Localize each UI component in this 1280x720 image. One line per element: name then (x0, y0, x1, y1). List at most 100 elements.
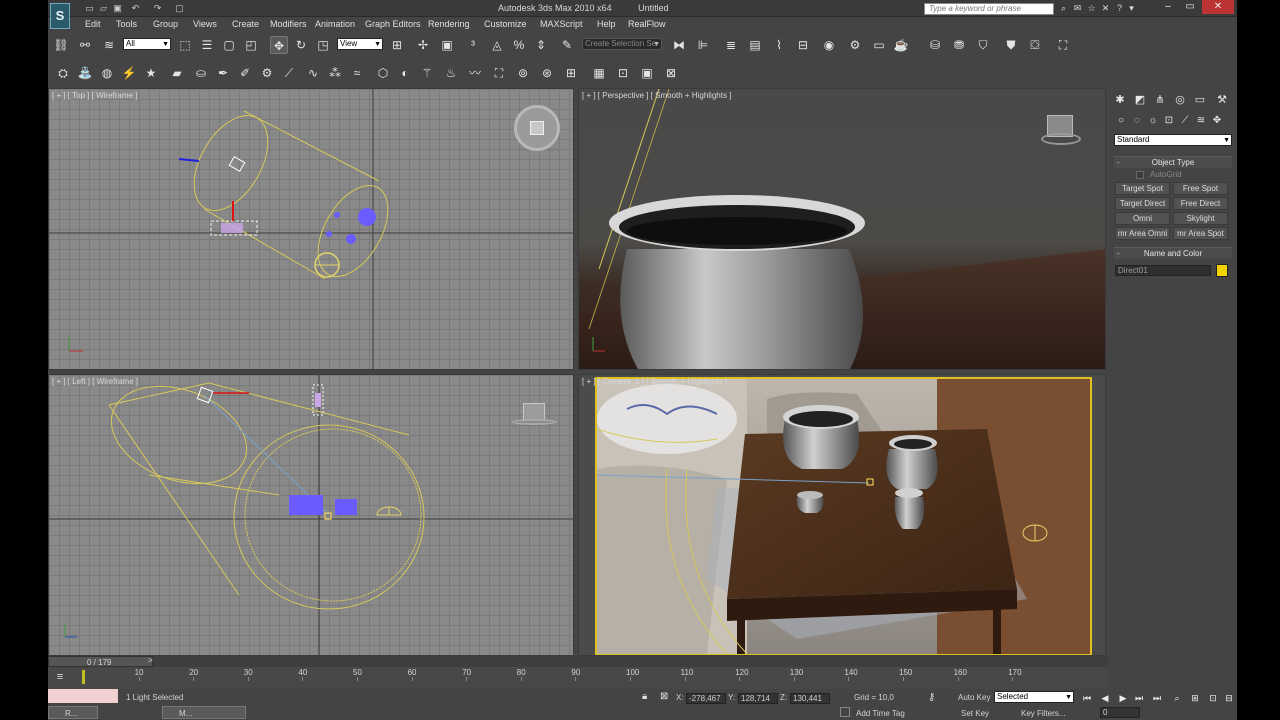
rf-grid-icon[interactable]: ⊞ (562, 64, 580, 82)
skylight-button[interactable]: Skylight (1173, 212, 1228, 225)
curve-editor-icon[interactable]: ⌇ (770, 36, 788, 54)
rf-dome-icon[interactable]: ⊛ (538, 64, 556, 82)
utilities-tab-icon[interactable]: ⚒ (1214, 92, 1230, 108)
viewport-camera[interactable]: [ + ] [ Camera_1 ] [ Smooth + Highlights… (578, 374, 1106, 656)
rf-spring-icon[interactable]: 〰 (466, 64, 484, 82)
menu-graph-editors[interactable]: Graph Editors (365, 19, 421, 29)
rf-gauge-icon[interactable]: ◐ (396, 64, 414, 82)
menu-help[interactable]: Help (597, 19, 616, 29)
rf-pen-icon[interactable]: ✒ (214, 64, 232, 82)
mini-curve-editor-icon[interactable]: ≡ (52, 670, 68, 684)
zoom-all-icon[interactable]: ⊞ (1188, 692, 1202, 704)
hold-icon[interactable]: ▢ (174, 3, 185, 14)
next-frame-icon[interactable]: ⏭ (1132, 692, 1146, 704)
help-icon[interactable]: ? (1114, 3, 1125, 14)
realflow-tool-2-icon[interactable]: ⛃ (950, 36, 968, 54)
x-coordinate-field[interactable]: -278,467 (686, 693, 726, 704)
menu-edit[interactable]: Edit (85, 19, 101, 29)
help-dropdown-icon[interactable]: ▾ (1126, 3, 1137, 14)
menu-tools[interactable]: Tools (116, 19, 137, 29)
undo-icon[interactable]: ↶ (130, 3, 141, 14)
display-tab-icon[interactable]: ▭ (1192, 92, 1208, 108)
viewport-top[interactable]: [ + ] [ Top ] [ Wireframe ] (48, 88, 574, 370)
rf-ripple-icon[interactable]: ≈ (348, 64, 366, 82)
menu-create[interactable]: Create (232, 19, 259, 29)
y-coordinate-field[interactable]: 128,714 (738, 693, 778, 704)
viewport-left[interactable]: [ + ] [ Left ] [ Wireframe ] (48, 374, 574, 656)
zoom-extents-all-icon[interactable]: ⊟ (1222, 692, 1236, 704)
menu-group[interactable]: Group (153, 19, 178, 29)
play-icon[interactable]: ▶ (1116, 692, 1130, 704)
omni-button[interactable]: Omni (1115, 212, 1170, 225)
spinner-snap-icon[interactable]: ⇕ (532, 36, 550, 54)
object-name-input[interactable]: Direct01 (1115, 265, 1211, 276)
keyboard-shortcut-toggle-icon[interactable]: ▣ (438, 36, 456, 54)
rf-mesh-icon[interactable]: ⬡ (374, 64, 392, 82)
rf-gear-icon[interactable]: ⚙ (258, 64, 276, 82)
menu-modifiers[interactable]: Modifiers (270, 19, 307, 29)
selection-filter-dropdown[interactable]: All ▼ (123, 38, 171, 50)
layer-manager-icon[interactable]: ≣ (722, 36, 740, 54)
window-crossing-icon[interactable]: ◰ (242, 36, 260, 54)
star-icon[interactable]: ☆ (1086, 3, 1097, 14)
add-time-tag-button[interactable]: Add Time Tag (856, 709, 905, 718)
realflow-tool-6-icon[interactable]: ⛶ (1054, 36, 1072, 54)
rf-tiles-icon[interactable]: ▦ (590, 64, 608, 82)
rf-cage-icon[interactable]: ⊠ (662, 64, 680, 82)
viewport-perspective[interactable]: [ + ] [ Perspective ] [ Smooth + Highlig… (578, 88, 1106, 370)
rf-wand-icon[interactable]: ⚚ (418, 64, 436, 82)
track-bar[interactable]: ≡ 10 20 30 40 50 60 70 80 90 100 110 120 130 140 150 16… (48, 667, 1108, 689)
rf-sphere-icon[interactable]: ◍ (98, 64, 116, 82)
angle-snap-icon[interactable]: ◬ (488, 36, 506, 54)
select-scale-icon[interactable]: ◳ (314, 36, 332, 54)
set-key-button[interactable]: Set Key (961, 709, 989, 718)
rf-wave-icon[interactable]: ∿ (304, 64, 322, 82)
realflow-tool-3-icon[interactable]: ⛉ (974, 36, 992, 54)
unlink-icon[interactable]: ⚯ (76, 36, 94, 54)
percent-snap-icon[interactable]: % (510, 36, 528, 54)
rf-cylinder-icon[interactable]: ⛀ (192, 64, 210, 82)
mr-area-spot-button[interactable]: mr Area Spot (1173, 227, 1228, 240)
select-by-name-icon[interactable]: ☰ (198, 36, 216, 54)
minimize-button[interactable]: – (1158, 0, 1178, 14)
rf-sphere-wire-icon[interactable]: ⊚ (514, 64, 532, 82)
reference-coordinate-dropdown[interactable]: View ▼ (337, 38, 383, 50)
pivot-center-icon[interactable]: ⊞ (388, 36, 406, 54)
cameras-icon[interactable]: ⊡ (1162, 114, 1176, 128)
set-key-icon[interactable]: ⚷ (928, 692, 944, 704)
rf-bone-icon[interactable]: ⟋ (280, 64, 298, 82)
manipulate-icon[interactable]: ✢ (414, 36, 432, 54)
target-spot-button[interactable]: Target Spot (1115, 182, 1170, 195)
new-file-icon[interactable]: ▭ (84, 3, 95, 14)
menu-maxscript[interactable]: MAXScript (540, 19, 583, 29)
redo-icon[interactable]: ↷ (152, 3, 163, 14)
helpers-icon[interactable]: ⟋ (1178, 114, 1192, 128)
rendered-frame-window-icon[interactable]: ▭ (870, 36, 888, 54)
object-type-rollout[interactable]: - Object Type (1114, 156, 1232, 168)
next-frame-icon[interactable]: > (148, 656, 153, 665)
material-editor-icon[interactable]: ◉ (820, 36, 838, 54)
communication-icon[interactable]: ✉ (1072, 3, 1083, 14)
autogrid-checkbox[interactable] (1136, 171, 1144, 179)
menu-animation[interactable]: Animation (315, 19, 355, 29)
rf-emitter-icon[interactable]: ⛲ (76, 64, 94, 82)
align-icon[interactable]: ⊫ (694, 36, 712, 54)
viewcube-compass-icon[interactable] (514, 105, 560, 151)
target-direct-button[interactable]: Target Direct (1115, 197, 1170, 210)
save-file-icon[interactable]: ▣ (112, 3, 123, 14)
name-color-rollout[interactable]: - Name and Color (1114, 247, 1232, 259)
z-coordinate-field[interactable]: 130,441 (790, 693, 830, 704)
rf-box-icon[interactable]: ▰ (168, 64, 186, 82)
snaps-toggle-icon[interactable]: ³ (464, 36, 482, 54)
viewport-top-label[interactable]: [ + ] [ Top ] [ Wireframe ] (52, 91, 137, 100)
key-filters-button[interactable]: Key Filters... (1021, 709, 1065, 718)
mr-area-omni-button[interactable]: mr Area Omni (1115, 227, 1170, 240)
go-to-end-icon[interactable]: ⏭ (1150, 692, 1164, 704)
geometry-icon[interactable]: ○ (1114, 114, 1128, 128)
menu-customize[interactable]: Customize (484, 19, 527, 29)
motion-tab-icon[interactable]: ◎ (1172, 92, 1188, 108)
category-dropdown[interactable]: Standard ▼ (1114, 134, 1232, 146)
free-direct-button[interactable]: Free Direct (1173, 197, 1228, 210)
realflow-tool-5-icon[interactable]: ⛋ (1026, 36, 1044, 54)
open-file-icon[interactable]: ▱ (98, 3, 109, 14)
